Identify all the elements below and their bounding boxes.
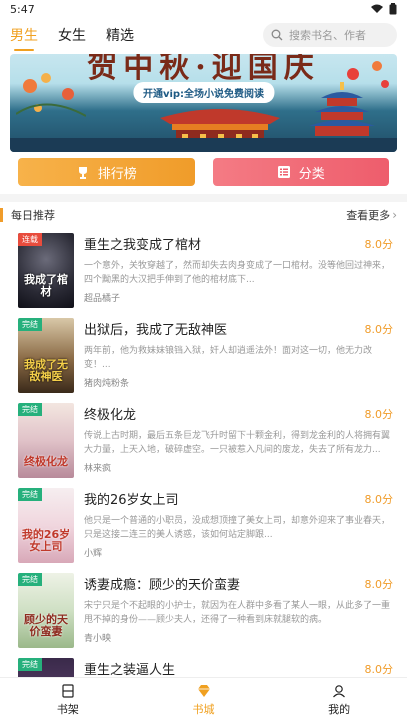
book-item[interactable]: 连载 我成了棺材 重生之我变成了棺材 8.0分 一个意外，关牧穿越了，然而却失去… [10, 228, 397, 313]
book-title: 终极化龙 [84, 408, 137, 423]
book-score: 8.0分 [364, 662, 394, 676]
book-score: 8.0分 [364, 492, 394, 506]
status-badge: 完结 [18, 318, 42, 331]
book-list: 连载 我成了棺材 重生之我变成了棺材 8.0分 一个意外，关牧穿越了，然而却失去… [0, 228, 407, 723]
cover-title: 我的26岁女上司 [21, 528, 71, 553]
banner-subtitle: 开通vip:全场小说免费阅读 [132, 82, 275, 103]
book-description: 宋宁只是个不起眼的小护士，就因为在人群中多看了某人一眼，从此多了一重甩不掉的身份… [84, 601, 391, 625]
book-description: 他只是一个普通的小职员，没成想顶撞了美女上司，却意外迎来了事业春天，只是这接二连… [84, 516, 391, 540]
user-icon [333, 685, 346, 698]
book-title: 出狱后，我成了无敌神医 [84, 323, 228, 338]
see-more-link[interactable]: 查看更多 › [346, 207, 397, 223]
category-list-icon [277, 166, 290, 178]
daily-recommend-header: 每日推荐 查看更多 › [0, 202, 407, 228]
book-title: 重生之装逼人生 [84, 663, 176, 678]
diamond-icon [197, 685, 210, 697]
status-badge: 完结 [18, 488, 42, 501]
tab-female[interactable]: 女生 [58, 21, 86, 49]
tab-featured[interactable]: 精选 [106, 21, 134, 49]
book-score: 8.0分 [364, 577, 394, 591]
status-badge: 完结 [18, 658, 42, 671]
book-item[interactable]: 完结 终极化龙 终极化龙 8.0分 传说上古时期，最后五条巨龙飞升时留下十颗金利… [10, 398, 397, 483]
cover-title: 我成了无敌神医 [24, 358, 68, 383]
rank-label: 排行榜 [97, 166, 137, 182]
book-score: 8.0分 [364, 407, 394, 421]
book-item[interactable]: 完结 顾少的天价蛮妻 诱妻成瘾：顾少的天价蛮妻 8.0分 宋宁只是个不起眼的小护… [10, 568, 397, 653]
nav-bookshelf[interactable]: 书架 [0, 678, 136, 723]
book-cover: 完结 我成了无敌神医 [18, 318, 74, 393]
book-cover: 完结 终极化龙 [18, 403, 74, 478]
book-item[interactable]: 完结 我成了无敌神医 出狱后，我成了无敌神医 8.0分 两年前，他为救妹妹锒铛入… [10, 313, 397, 398]
cover-title: 顾少的天价蛮妻 [24, 613, 68, 638]
book-title: 诱妻成瘾：顾少的天价蛮妻 [84, 578, 241, 593]
status-badge: 完结 [18, 573, 42, 586]
book-score: 8.0分 [364, 237, 394, 251]
bottom-nav: 书架 书城 我的 [0, 677, 407, 723]
book-author: 林来疯 [84, 464, 112, 474]
nav-bookstore[interactable]: 书城 [136, 678, 272, 723]
chevron-right-icon: › [392, 208, 397, 222]
book-score: 8.0分 [364, 322, 394, 336]
book-title: 重生之我变成了棺材 [84, 238, 202, 253]
cover-title: 我成了棺材 [24, 273, 68, 298]
search-input[interactable]: 搜索书名、作者 [263, 23, 397, 47]
promo-banner[interactable]: 贺中秋·迎国庆 开通vip:全场小说免费阅读 [10, 54, 397, 152]
book-author: 猪肉炖粉条 [84, 379, 130, 389]
wifi-icon [371, 4, 383, 13]
book-cover: 完结 我的26岁女上司 [18, 488, 74, 563]
cover-title: 终极化龙 [24, 455, 68, 468]
book-cover: 连载 我成了棺材 [18, 233, 74, 308]
top-tabs: 男生 女生 精选 搜索书名、作者 [0, 18, 407, 52]
book-author: 小辉 [84, 549, 103, 559]
search-icon [271, 29, 283, 41]
tab-male[interactable]: 男生 [10, 21, 38, 51]
search-placeholder: 搜索书名、作者 [289, 29, 366, 42]
bookshelf-icon [62, 684, 74, 698]
section-title: 每日推荐 [11, 209, 55, 222]
status-badge: 连载 [18, 233, 42, 246]
book-title: 我的26岁女上司 [84, 493, 179, 508]
status-time: 5:47 [10, 2, 35, 16]
book-author: 青小映 [84, 634, 112, 644]
status-badge: 完结 [18, 403, 42, 416]
book-cover: 完结 顾少的天价蛮妻 [18, 573, 74, 648]
book-description: 一个意外，关牧穿越了，然而却失去肉身变成了一口棺材。没等他回过神来，四个黝黑的大… [84, 261, 391, 285]
status-bar: 5:47 [0, 0, 407, 18]
battery-icon [389, 3, 397, 15]
rank-button[interactable]: 排行榜 [18, 158, 195, 186]
category-label: 分类 [298, 166, 325, 182]
trophy-icon [78, 167, 87, 179]
book-item[interactable]: 完结 我的26岁女上司 我的26岁女上司 8.0分 他只是一个普通的小职员，没成… [10, 483, 397, 568]
book-author: 超品橘子 [84, 294, 121, 304]
book-description: 两年前，他为救妹妹锒铛入狱，奸人却逍遥法外！面对这一切，他无力改变！... [84, 346, 373, 370]
category-button[interactable]: 分类 [212, 158, 389, 186]
nav-mine[interactable]: 我的 [271, 678, 407, 723]
book-description: 传说上古时期，最后五条巨龙飞升时留下十颗金利，得到龙金利的人将拥有翼大力量，上天… [84, 431, 391, 455]
